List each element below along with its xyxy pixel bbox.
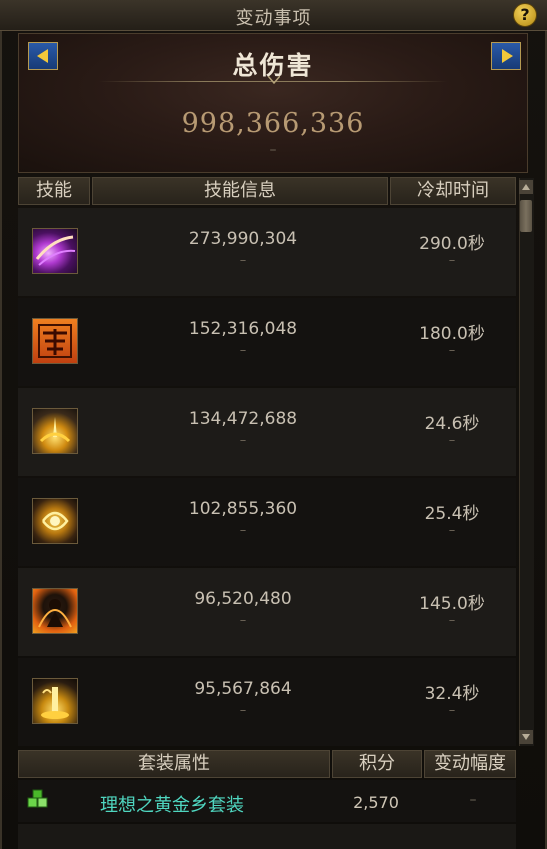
golden-burst-skill-icon [32,408,78,454]
skill-damage-change: – [239,253,247,268]
skill-cooldown: 24.6秒 [424,414,480,434]
chevron-up-icon [522,184,530,190]
set-row-empty [18,824,516,849]
column-header-cooldown: 冷却时间 [390,177,516,205]
set-name: 理想之黄金乡套装 [100,795,244,816]
golden-swirl-skill-icon [32,498,78,544]
total-damage-value: 998,366,336 [181,108,365,139]
skill-cooldown: 145.0秒 [419,594,485,614]
skill-damage-change: – [239,613,247,628]
set-row[interactable]: 理想之黄金乡套装 2,570 – [18,780,516,822]
total-damage-change: – [269,142,277,158]
scroll-down-button[interactable] [519,730,533,744]
skill-damage: 102,855,360 [188,499,298,519]
skill-damage: 152,316,048 [188,319,298,339]
skill-row[interactable]: 96,520,480 – 145.0秒 – [18,568,516,656]
window-title: 变动事项 [235,8,312,29]
column-header-change: 变动幅度 [424,750,516,778]
divider-notch-icon [268,76,280,84]
damage-summary: 总伤害 998,366,336 – [18,33,528,173]
column-header-score: 积分 [332,750,422,778]
skill-row[interactable]: 102,855,360 – 25.4秒 – [18,478,516,566]
skill-damage: 273,990,304 [188,229,298,249]
help-icon[interactable]: ? [513,3,537,27]
skill-cooldown-change: – [448,523,456,538]
skill-damage: 96,520,480 [194,589,292,609]
skill-row[interactable]: 273,990,304 – 290.0秒 – [18,208,516,296]
set-items-icon [27,789,48,808]
flame-figure-skill-icon [32,588,78,634]
skill-row[interactable]: 134,472,688 – 24.6秒 – [18,388,516,476]
skill-damage-change: – [239,343,247,358]
title-bar: 变动事项 ? [0,0,547,31]
purple-slash-skill-icon [32,228,78,274]
skill-row[interactable]: 95,567,864 – 32.4秒 – [18,658,516,746]
column-header-skill: 技能 [18,177,90,205]
skill-cooldown: 290.0秒 [419,234,485,254]
set-score: 2,570 [353,793,399,812]
skill-cooldown-change: – [448,343,456,358]
skill-cooldown-change: – [448,253,456,268]
skill-row[interactable]: 152,316,048 – 180.0秒 – [18,298,516,386]
skill-cooldown: 180.0秒 [419,324,485,344]
skill-cooldown-change: – [448,703,456,718]
ba-glyph-skill-icon [32,318,78,364]
set-change: – [469,792,477,808]
column-header-skill-info: 技能信息 [92,177,388,205]
skill-cooldown: 25.4秒 [424,504,480,524]
column-header-set-attributes: 套装属性 [18,750,330,778]
skill-cooldown-change: – [448,613,456,628]
skill-damage-change: – [239,433,247,448]
skill-damage-change: – [239,523,247,538]
scrollbar-track[interactable] [519,178,534,746]
skill-damage-change: – [239,703,247,718]
golden-pillar-skill-icon [32,678,78,724]
scrollbar-thumb[interactable] [520,200,532,232]
chevron-down-icon [522,734,530,740]
skill-cooldown: 32.4秒 [424,684,480,704]
skill-damage: 134,472,688 [188,409,298,429]
skill-damage: 95,567,864 [194,679,292,699]
skill-cooldown-change: – [448,433,456,448]
scroll-up-button[interactable] [519,180,533,194]
